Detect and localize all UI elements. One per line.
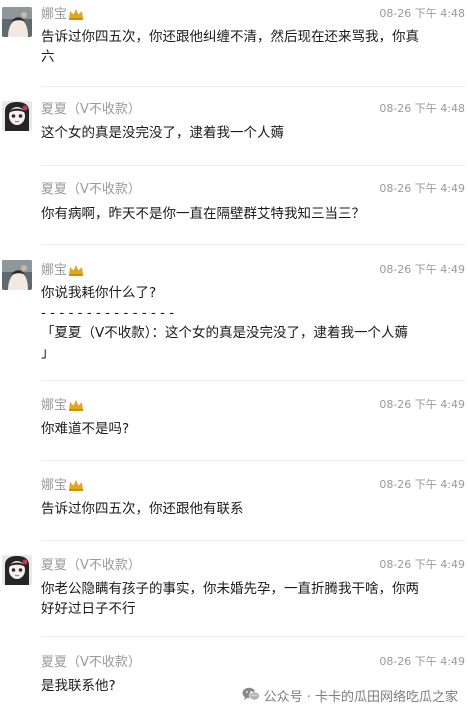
chat-message-list: 娜宝 08-26 下午 4:48 告诉过你四五次，你还跟他纠缠不清，然后现在还来… [0,0,468,714]
crown-icon [68,8,84,26]
sender-name: 夏夏（V不收款） [41,558,141,573]
message-line: 你老公隐瞒有孩子的事实，你未婚先孕，一直折腾我干啥，你两 [41,581,419,597]
message-line: 告诉过你四五次，你还跟他有联系 [41,501,244,517]
watermark-text: 公众号 · 卡卡的瓜田网络吃瓜之家 [263,689,458,705]
sender-name: 夏夏（V不收款） [41,655,141,670]
message-content: 你老公隐瞒有孩子的事实，你未婚先孕，一直折腾我干啥，你两 好好过日子不行 [41,579,446,619]
message-content: 你有病啊，昨天不是你一直在隔壁群艾特我知三当三？ [41,204,446,224]
quoted-message-end: 」 [41,345,55,361]
sender-name: 夏夏（V不收款） [41,182,141,197]
wechat-icon [242,687,260,708]
message-content: 你难道不是吗? [41,419,446,439]
message-content: 这个女的真是没完没了，逮着我一个人薅 [41,123,446,143]
watermark: 公众号 · 卡卡的瓜田网络吃瓜之家 [242,687,458,708]
message-time: 08-26 下午 4:49 [379,478,465,491]
message-content: 你说我耗你什么了? - - - - - - - - - - - - - - - … [41,283,446,363]
sender-name-text: 娜宝 [41,263,68,278]
sender-name-text: 娜宝 [41,478,68,493]
sender-name: 娜宝 [41,477,84,497]
sender-name: 娜宝 [41,6,84,26]
message-divider [41,460,465,461]
message-divider [41,86,465,87]
message-time: 08-26 下午 4:49 [379,655,465,668]
sender-name: 娜宝 [41,262,84,282]
message-line: 好好过日子不行 [41,601,136,617]
message-divider [41,540,465,541]
sender-name: 夏夏（V不收款） [41,102,141,117]
sender-name: 娜宝 [41,397,84,417]
message-line: 这个女的真是没完没了，逮着我一个人薅 [41,125,284,141]
message-line: 告诉过你四五次，你还跟他纠缠不清，然后现在还来骂我，你真 [41,29,419,45]
message-divider [41,636,465,637]
avatar[interactable] [2,7,32,37]
message-line: 六 [41,49,55,65]
message-time: 08-26 下午 4:49 [379,182,465,195]
avatar[interactable] [2,260,32,290]
message-time: 08-26 下午 4:48 [379,7,465,20]
message-divider [41,380,465,381]
message-time: 08-26 下午 4:49 [379,263,465,276]
message-divider [41,244,465,245]
crown-icon [68,479,84,497]
message-content: 告诉过你四五次，你还跟他有联系 [41,499,446,519]
message-time: 08-26 下午 4:49 [379,558,465,571]
message-line: 你难道不是吗? [41,421,130,437]
message-time: 08-26 下午 4:48 [379,102,465,115]
message-line: 你说我耗你什么了? [41,285,157,301]
message-divider [41,165,465,166]
message-content: 告诉过你四五次，你还跟他纠缠不清，然后现在还来骂我，你真 六 [41,27,446,67]
sender-name-text: 娜宝 [41,398,68,413]
crown-icon [68,264,84,282]
message-time: 08-26 下午 4:49 [379,398,465,411]
avatar[interactable] [2,555,32,585]
message-line: 你有病啊，昨天不是你一直在隔壁群艾特我知三当三？ [41,206,365,222]
avatar[interactable] [2,101,32,131]
quote-separator: - - - - - - - - - - - - - - - [41,305,175,321]
sender-name-text: 娜宝 [41,7,68,22]
crown-icon [68,399,84,417]
quoted-message: 「夏夏（V不收款）：这个女的真是没完没了，逮着我一个人薅 [41,325,408,341]
